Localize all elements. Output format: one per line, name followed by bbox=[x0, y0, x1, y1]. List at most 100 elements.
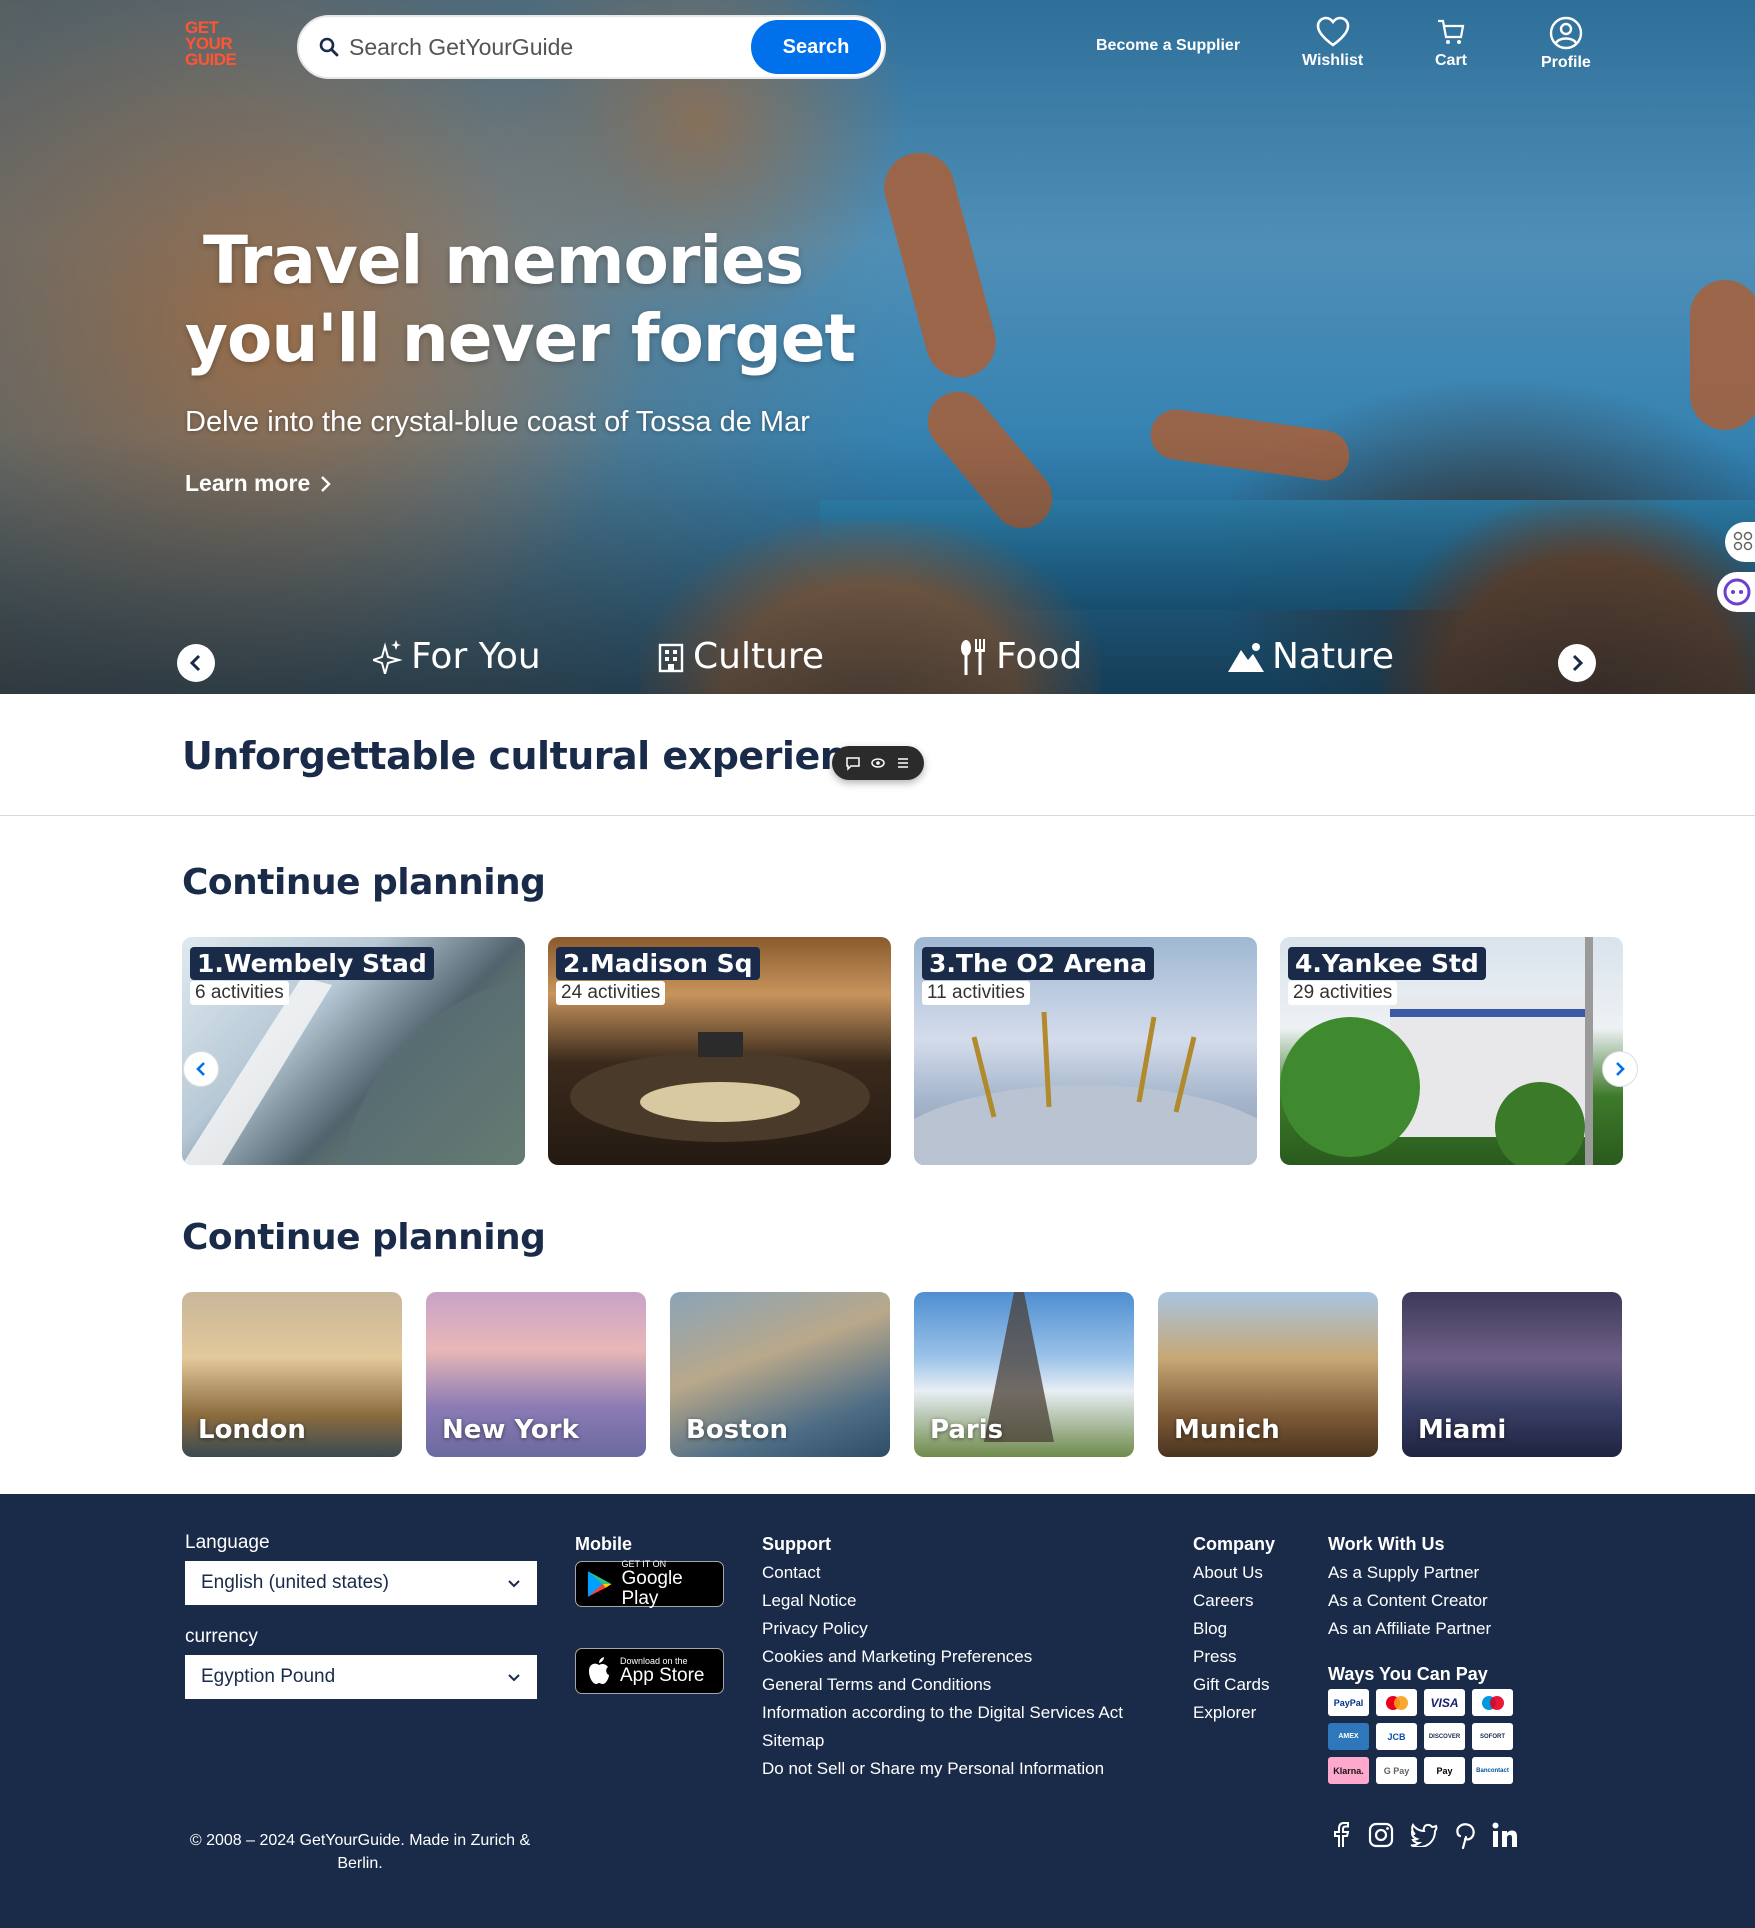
footer-link[interactable]: Privacy Policy bbox=[762, 1615, 1123, 1643]
mobile-heading: Mobile bbox=[575, 1534, 632, 1554]
category-next-button[interactable] bbox=[1558, 644, 1596, 682]
currency-value: Egyption Pound bbox=[201, 1666, 336, 1687]
comment-icon[interactable] bbox=[845, 755, 861, 771]
chevron-down-icon bbox=[508, 1673, 520, 1681]
search-input[interactable] bbox=[349, 17, 739, 77]
cart-button[interactable]: Cart bbox=[1435, 16, 1467, 70]
city-name: Boston bbox=[686, 1415, 788, 1445]
category-label: Food bbox=[996, 636, 1083, 677]
footer-link[interactable]: As an Affiliate Partner bbox=[1328, 1615, 1491, 1643]
venue-activity-count: 29 activities bbox=[1288, 981, 1398, 1005]
google-play-badge[interactable]: GET IT ON Google Play bbox=[575, 1559, 724, 1609]
hero-person bbox=[876, 144, 1004, 386]
search-button[interactable]: Search bbox=[751, 20, 881, 74]
footer-link[interactable]: Information according to the Digital Ser… bbox=[762, 1699, 1123, 1727]
footer-link[interactable]: Do not Sell or Share my Personal Informa… bbox=[762, 1755, 1123, 1783]
category-for-you[interactable]: For You bbox=[373, 636, 541, 677]
hero-person bbox=[1147, 406, 1353, 484]
footer-link[interactable]: As a Supply Partner bbox=[1328, 1559, 1491, 1587]
facebook-icon[interactable] bbox=[1330, 1822, 1352, 1848]
chevron-right-icon bbox=[321, 475, 331, 492]
venue-title: 4.Yankee Std bbox=[1288, 947, 1486, 980]
side-tool-apps[interactable] bbox=[1725, 522, 1755, 562]
venue-card-madison-square[interactable]: 2.Madison Sq 24 activities bbox=[548, 937, 891, 1165]
heart-icon bbox=[1316, 16, 1349, 47]
paypal-badge: PayPal bbox=[1328, 1689, 1369, 1716]
chevron-right-icon bbox=[1572, 654, 1584, 672]
language-select[interactable]: English (united states) bbox=[185, 1561, 537, 1605]
venue-card-wembley[interactable]: 1.Wembely Stad 6 activities bbox=[182, 937, 525, 1165]
google-play-big-text: Google Play bbox=[621, 1568, 683, 1609]
company-heading: Company bbox=[1193, 1534, 1276, 1554]
search-bar: Search bbox=[297, 15, 886, 79]
currency-select[interactable]: Egyption Pound bbox=[185, 1655, 537, 1699]
category-label: Culture bbox=[693, 636, 825, 677]
footer-link[interactable]: Blog bbox=[1193, 1615, 1270, 1643]
section-divider bbox=[0, 815, 1755, 816]
footer-link[interactable]: Sitemap bbox=[762, 1727, 1123, 1755]
city-card-miami[interactable]: Miami bbox=[1402, 1292, 1622, 1457]
wishlist-button[interactable]: Wishlist bbox=[1302, 16, 1363, 70]
work-with-us-links: As a Supply Partner As a Content Creator… bbox=[1328, 1559, 1491, 1643]
learn-more-label: Learn more bbox=[185, 470, 311, 496]
category-food[interactable]: Food bbox=[958, 636, 1082, 677]
floating-toolbar[interactable] bbox=[832, 746, 924, 780]
profile-label: Profile bbox=[1541, 54, 1591, 71]
profile-button[interactable]: Profile bbox=[1541, 16, 1591, 72]
payment-methods: PayPal VISA AMEX JCB DISCOVER SOFORT Kla… bbox=[1328, 1689, 1513, 1784]
language-value: English (united states) bbox=[201, 1572, 389, 1593]
instagram-icon[interactable] bbox=[1368, 1822, 1394, 1848]
venues-prev-button[interactable] bbox=[183, 1051, 219, 1087]
venue-card-yankee-stadium[interactable]: 4.Yankee Std 29 activities bbox=[1280, 937, 1623, 1165]
category-label: Nature bbox=[1272, 636, 1395, 677]
mastercard-badge bbox=[1376, 1689, 1417, 1716]
hero-title-line: Travel memories bbox=[203, 222, 804, 299]
footer-link[interactable]: Careers bbox=[1193, 1587, 1270, 1615]
app-store-badge[interactable]: Download on the App Store bbox=[575, 1648, 724, 1694]
cart-icon bbox=[1438, 19, 1465, 44]
klarna-badge: Klarna. bbox=[1328, 1757, 1369, 1784]
footer-link[interactable]: Contact bbox=[762, 1559, 1123, 1587]
city-card-munich[interactable]: Munich bbox=[1158, 1292, 1378, 1457]
hero-sea bbox=[820, 500, 1755, 610]
venue-title: 3.The O2 Arena bbox=[922, 947, 1155, 980]
profile-icon bbox=[1549, 16, 1583, 50]
category-prev-button[interactable] bbox=[177, 644, 215, 682]
footer-link[interactable]: As a Content Creator bbox=[1328, 1587, 1491, 1615]
visa-badge: VISA bbox=[1424, 1689, 1465, 1716]
pinterest-icon[interactable] bbox=[1454, 1821, 1476, 1849]
twitter-icon[interactable] bbox=[1410, 1823, 1438, 1847]
footer-link[interactable]: About Us bbox=[1193, 1559, 1270, 1587]
footer-link[interactable]: Explorer bbox=[1193, 1699, 1270, 1727]
city-name: London bbox=[198, 1415, 306, 1445]
footer-link[interactable]: General Terms and Conditions bbox=[762, 1671, 1123, 1699]
category-bar: For You Culture Food Nature bbox=[0, 630, 1755, 694]
footer-link[interactable]: Press bbox=[1193, 1643, 1270, 1671]
venues-next-button[interactable] bbox=[1602, 1051, 1638, 1087]
city-card-new-york[interactable]: New York bbox=[426, 1292, 646, 1457]
become-supplier-link[interactable]: Become a Supplier bbox=[1096, 37, 1240, 55]
city-name: Paris bbox=[930, 1415, 1004, 1445]
linkedin-icon[interactable] bbox=[1492, 1822, 1518, 1848]
list-icon[interactable] bbox=[895, 755, 911, 771]
search-icon bbox=[319, 37, 339, 57]
top-header: GET YOUR GUIDE Search Become a Supplier … bbox=[0, 0, 1755, 95]
side-tool-assistant[interactable] bbox=[1717, 572, 1755, 612]
category-nature[interactable]: Nature bbox=[1228, 636, 1394, 677]
learn-more-link[interactable]: Learn more bbox=[185, 470, 332, 497]
footer-link[interactable]: Cookies and Marketing Preferences bbox=[762, 1643, 1123, 1671]
sparkle-icon bbox=[373, 639, 403, 674]
category-culture[interactable]: Culture bbox=[657, 636, 824, 677]
city-card-paris[interactable]: Paris bbox=[914, 1292, 1134, 1457]
logo[interactable]: GET YOUR GUIDE bbox=[185, 19, 253, 68]
city-card-london[interactable]: London bbox=[182, 1292, 402, 1457]
footer-link[interactable]: Gift Cards bbox=[1193, 1671, 1270, 1699]
city-card-boston[interactable]: Boston bbox=[670, 1292, 890, 1457]
venue-card-o2-arena[interactable]: 3.The O2 Arena 11 activities bbox=[914, 937, 1257, 1165]
google-play-icon bbox=[587, 1571, 612, 1597]
eye-icon[interactable] bbox=[870, 755, 886, 771]
hero-subtitle: Delve into the crystal-blue coast of Tos… bbox=[185, 406, 810, 438]
footer-link[interactable]: Legal Notice bbox=[762, 1587, 1123, 1615]
continue-planning-heading: Continue planning bbox=[182, 1217, 546, 1258]
sofort-badge: SOFORT bbox=[1472, 1723, 1513, 1750]
